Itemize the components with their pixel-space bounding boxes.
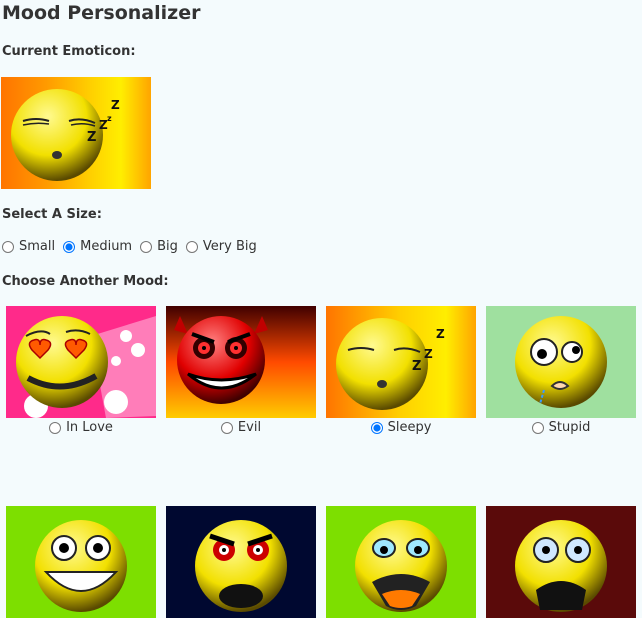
svg-text:Z: Z	[412, 359, 421, 374]
mood-radio-stupid[interactable]	[531, 421, 544, 434]
sleepy-face-icon[interactable]: Z Z Z	[326, 306, 476, 418]
current-emoticon-label: Current Emoticon:	[2, 44, 136, 59]
mood-evil: Evil	[166, 306, 316, 435]
mood-radio-sleepy[interactable]	[370, 421, 383, 434]
mood-option-stupid[interactable]: Stupid	[486, 420, 636, 435]
size-radio-very-big[interactable]	[185, 240, 198, 253]
page-title: Mood Personalizer	[2, 2, 201, 24]
size-option-very-big[interactable]: Very Big	[185, 239, 257, 254]
size-radio-small[interactable]	[2, 240, 14, 253]
size-option-medium[interactable]: Medium	[63, 239, 132, 254]
size-option-small[interactable]: Small	[2, 239, 55, 254]
mood-scared	[486, 506, 636, 618]
mood-label: Choose Another Mood:	[2, 274, 169, 289]
size-label: Select A Size:	[2, 207, 102, 222]
svg-text:Z: Z	[424, 347, 433, 361]
mood-option-evil[interactable]: Evil	[166, 420, 316, 435]
size-radio-medium[interactable]	[63, 240, 76, 253]
mood-sleepy: Z Z Z Sleepy	[326, 306, 476, 435]
svg-text:Z: Z	[111, 98, 120, 112]
grinning-face-icon[interactable]	[6, 506, 156, 618]
mood-option-in-love[interactable]: In Love	[6, 420, 156, 435]
mood-angry	[166, 506, 316, 618]
angry-face-icon[interactable]	[166, 506, 316, 618]
stupid-face-icon[interactable]	[486, 306, 636, 418]
svg-text:Z: Z	[87, 130, 96, 145]
size-option-big[interactable]: Big	[140, 239, 178, 254]
scared-face-icon[interactable]	[486, 506, 636, 618]
evil-face-icon[interactable]	[166, 306, 316, 418]
size-selector: Small Medium Big Very Big	[2, 239, 265, 254]
shocked-face-icon[interactable]	[326, 506, 476, 618]
svg-text:Z: Z	[436, 327, 445, 341]
mood-radio-in-love[interactable]	[49, 421, 62, 434]
mood-radio-evil[interactable]	[220, 421, 233, 434]
current-emoticon-image: Z Z Z z	[1, 77, 151, 189]
mood-option-sleepy[interactable]: Sleepy	[326, 420, 476, 435]
size-radio-big[interactable]	[140, 240, 153, 253]
in-love-face-icon[interactable]	[6, 306, 156, 418]
mood-grinning	[6, 506, 156, 618]
sleepy-face-icon: Z Z Z z	[11, 89, 120, 181]
mood-shocked	[326, 506, 476, 618]
mood-stupid: Stupid	[486, 306, 636, 435]
svg-text:z: z	[107, 114, 112, 123]
mood-in-love: In Love	[6, 306, 156, 435]
